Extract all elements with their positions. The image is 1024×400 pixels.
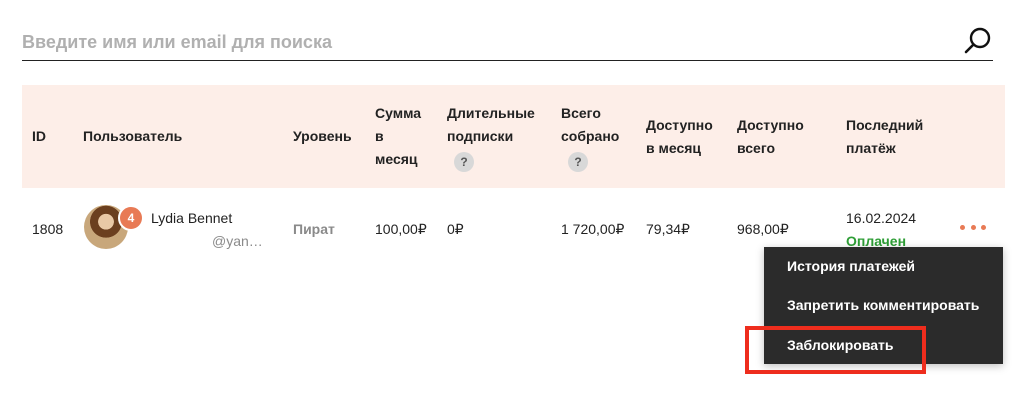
- cell-monthly-sum: 100,00₽: [375, 221, 427, 237]
- more-dots-icon: [981, 224, 986, 230]
- help-icon[interactable]: ?: [568, 152, 588, 172]
- column-header-available-monthly[interactable]: Доступно в месяц: [646, 114, 713, 160]
- cell-long-subscriptions: 0₽: [447, 221, 464, 237]
- menu-item-payment-history[interactable]: История платежей: [787, 258, 915, 274]
- highlight-box: [745, 326, 926, 374]
- search-input[interactable]: [22, 27, 952, 57]
- search-bar: [22, 24, 993, 61]
- column-header-last-payment[interactable]: Последний платёж: [846, 114, 923, 160]
- column-header-total-collected[interactable]: Всего собрано ?: [561, 102, 619, 173]
- search-icon[interactable]: [963, 26, 993, 56]
- cell-total-collected: 1 720,00₽: [561, 221, 625, 237]
- help-icon[interactable]: ?: [454, 152, 474, 172]
- more-dots-icon: [970, 224, 976, 230]
- user-name[interactable]: Lydia Bennet: [151, 210, 232, 226]
- page: ID Пользователь Уровень Сумма в месяц Дл…: [0, 0, 1024, 400]
- cell-level: Пират: [293, 221, 335, 237]
- menu-item-disable-comments[interactable]: Запретить комментировать: [787, 297, 979, 313]
- more-actions-button[interactable]: [960, 219, 986, 235]
- column-header-level[interactable]: Уровень: [293, 125, 352, 148]
- cell-id: 1808: [32, 221, 64, 237]
- notification-badge: 4: [118, 205, 144, 231]
- column-header-id[interactable]: ID: [32, 125, 46, 148]
- cell-available-total: 968,00₽: [737, 221, 789, 237]
- user-handle: @yan…: [212, 233, 263, 249]
- user-avatar-group[interactable]: 4: [84, 205, 144, 249]
- cell-last-payment-date: 16.02.2024: [846, 210, 917, 226]
- column-header-long-subscriptions[interactable]: Длительные подписки ?: [447, 102, 535, 173]
- column-header-user[interactable]: Пользователь: [83, 125, 182, 148]
- cell-available-monthly: 79,34₽: [646, 221, 690, 237]
- column-header-monthly-sum[interactable]: Сумма в месяц: [375, 102, 421, 171]
- more-dots-icon: [960, 224, 965, 230]
- column-header-available-total[interactable]: Доступно всего: [737, 114, 804, 160]
